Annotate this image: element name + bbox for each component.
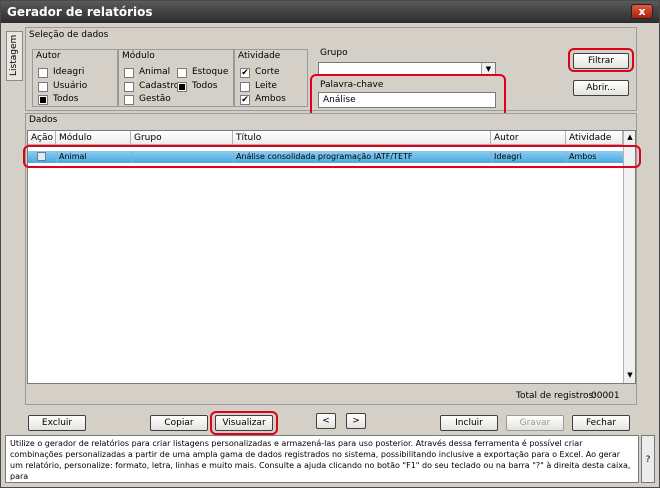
next-button[interactable]: > <box>346 413 366 429</box>
fechar-button[interactable]: Fechar <box>572 415 630 431</box>
autor-todos-label: Todos <box>53 94 79 104</box>
autor-ideagri-checkbox[interactable] <box>38 68 48 78</box>
modulo-gestao-label: Gestão <box>139 94 171 104</box>
data-title: Dados <box>29 115 58 125</box>
col-atividade[interactable]: Atividade <box>566 131 623 145</box>
atividade-leite-label: Leite <box>255 81 277 91</box>
total-label: Total de registros: <box>516 391 597 401</box>
prev-button[interactable]: < <box>316 413 336 429</box>
gravar-button[interactable]: Gravar <box>506 415 564 431</box>
row-highlight <box>23 145 641 168</box>
tab-listagem-label: Listagem <box>9 34 19 76</box>
modulo-cadastro-checkbox[interactable] <box>124 82 134 92</box>
autor-usuario-checkbox[interactable] <box>38 82 48 92</box>
autor-group: Autor Ideagri Usuário Todos <box>32 49 118 107</box>
total-value: 00001 <box>591 391 620 401</box>
atividade-leite-checkbox[interactable] <box>240 82 250 92</box>
modulo-label: Módulo <box>122 51 155 61</box>
col-grupo[interactable]: Grupo <box>131 131 233 145</box>
excluir-button[interactable]: Excluir <box>28 415 86 431</box>
data-grid: Ação Módulo Grupo Título Autor Atividade… <box>27 130 636 384</box>
atividade-ambos-label: Ambos <box>255 94 286 104</box>
atividade-corte-label: Corte <box>255 67 280 77</box>
palavra-chave-input[interactable]: Análise <box>318 92 496 108</box>
modulo-todos-label: Todos <box>192 81 218 91</box>
modulo-estoque-label: Estoque <box>192 67 229 77</box>
col-titulo[interactable]: Título <box>233 131 491 145</box>
atividade-group: Atividade ✔ Corte Leite ✔ Ambos <box>234 49 308 107</box>
close-button[interactable]: x <box>631 4 653 19</box>
modulo-gestao-checkbox[interactable] <box>124 95 134 105</box>
scroll-up-icon[interactable]: ▲ <box>624 133 636 141</box>
atividade-ambos-checkbox[interactable]: ✔ <box>240 95 250 105</box>
autor-usuario-label: Usuário <box>53 81 88 91</box>
col-modulo[interactable]: Módulo <box>56 131 131 145</box>
modulo-animal-checkbox[interactable] <box>124 68 134 78</box>
autor-ideagri-label: Ideagri <box>53 67 85 77</box>
help-text: Utilize o gerador de relatórios para cri… <box>5 435 639 483</box>
title-bar: Gerador de relatórios x <box>1 1 659 23</box>
report-generator-window: Gerador de relatórios x Listagem Seleção… <box>0 0 660 488</box>
modulo-estoque-checkbox[interactable] <box>177 68 187 78</box>
filtrar-button[interactable]: Filtrar <box>573 53 629 69</box>
scroll-down-icon[interactable]: ▼ <box>624 371 636 379</box>
modulo-todos-checkbox[interactable] <box>177 82 187 92</box>
copiar-button[interactable]: Copiar <box>150 415 208 431</box>
col-autor[interactable]: Autor <box>491 131 566 145</box>
modulo-cadastro-label: Cadastro <box>139 81 180 91</box>
tab-listagem[interactable]: Listagem <box>6 31 23 81</box>
palavra-value: Análise <box>323 95 356 105</box>
autor-label: Autor <box>36 51 61 61</box>
selection-panel: Seleção de dados Autor Ideagri Usuário T… <box>25 27 637 120</box>
palavra-label: Palavra-chave <box>320 80 384 90</box>
selection-title: Seleção de dados <box>29 30 109 40</box>
grupo-label: Grupo <box>320 48 348 58</box>
visualizar-button[interactable]: Visualizar <box>215 415 273 431</box>
incluir-button[interactable]: Incluir <box>440 415 498 431</box>
modulo-animal-label: Animal <box>139 67 171 77</box>
col-acao[interactable]: Ação <box>28 131 56 145</box>
atividade-corte-checkbox[interactable]: ✔ <box>240 68 250 78</box>
help-question-button[interactable]: ? <box>641 435 655 483</box>
vertical-scrollbar[interactable]: ▲ ▼ <box>623 131 635 383</box>
modulo-group: Módulo Animal Cadastro Gestão Estoque To… <box>118 49 234 107</box>
window-title: Gerador de relatórios <box>7 5 153 19</box>
autor-todos-checkbox[interactable] <box>38 95 48 105</box>
atividade-label: Atividade <box>238 51 281 61</box>
abrir-button[interactable]: Abrir... <box>573 80 629 96</box>
